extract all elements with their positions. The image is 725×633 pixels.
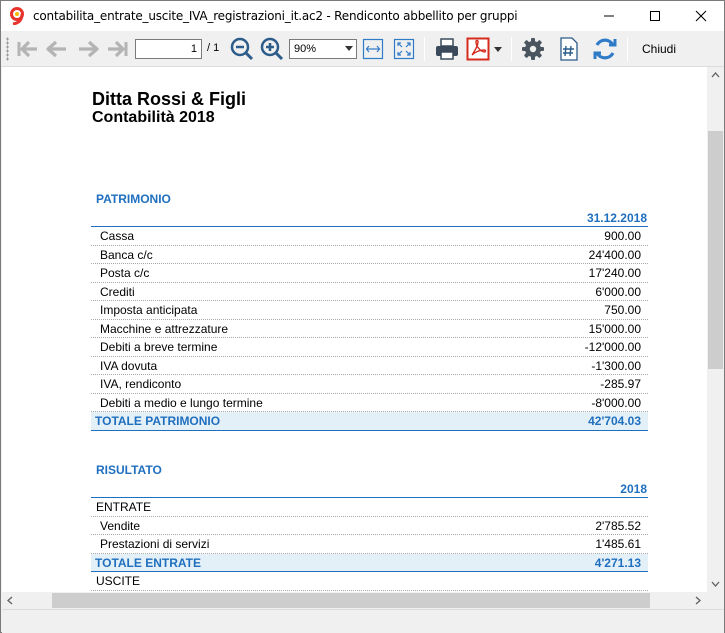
- report-subtitle: Contabilità 2018: [92, 109, 215, 126]
- maximize-icon: [650, 11, 660, 21]
- title-bar: contabilita_entrate_uscite_IVA_registraz…: [1, 1, 724, 31]
- app-window: contabilita_entrate_uscite_IVA_registraz…: [0, 0, 725, 633]
- close-button[interactable]: Chiudi: [642, 42, 676, 56]
- toolbar-separator: [627, 37, 628, 61]
- fit-width-icon: [362, 38, 384, 60]
- hash-document-icon: [560, 37, 578, 61]
- first-page-button[interactable]: [14, 35, 40, 63]
- arrow-right-icon: [79, 40, 99, 58]
- arrow-left-icon: [46, 40, 66, 58]
- previous-page-button[interactable]: [43, 35, 69, 63]
- group-header-entrate: ENTRATE: [91, 498, 648, 517]
- scrollbar-corner: [707, 592, 724, 609]
- group-header-uscite: USCITE: [91, 572, 648, 591]
- toolbar: 1 / 1 90% Chiudi: [1, 31, 724, 67]
- column-header-date: 31.12.2018: [586, 211, 647, 225]
- risultato-table: ENTRATE Vendite 2'785.52 Prestazioni di s…: [91, 497, 648, 591]
- zoom-out-button[interactable]: [229, 35, 255, 63]
- total-row-entrate: TOTALE ENTRATE 4'271.13: [91, 553, 648, 572]
- caret-down-icon: [494, 47, 502, 52]
- table-row: Vendite 2'785.52: [91, 517, 648, 535]
- vertical-scrollbar[interactable]: [707, 67, 724, 592]
- table-row: Debiti a breve termine -12'000.00: [91, 338, 648, 357]
- export-pdf-button[interactable]: [465, 35, 491, 63]
- page-numbers-button[interactable]: [557, 35, 581, 63]
- page-total-label: / 1: [207, 42, 220, 54]
- table-row: Cassa 900.00: [91, 227, 648, 246]
- scroll-left-icon[interactable]: [7, 596, 13, 605]
- zoom-value: 90%: [294, 43, 317, 55]
- refresh-button[interactable]: [591, 35, 619, 63]
- table-row: Banca c/c 24'400.00: [91, 246, 648, 264]
- pdf-icon: [466, 37, 490, 61]
- first-page-icon: [17, 40, 37, 58]
- chevron-down-icon: [345, 46, 353, 51]
- zoom-out-icon: [230, 37, 254, 61]
- printer-icon: [436, 38, 458, 60]
- fit-page-icon: [393, 38, 415, 60]
- toolbar-grip[interactable]: [6, 37, 9, 61]
- scroll-right-icon[interactable]: [695, 596, 701, 605]
- refresh-icon: [593, 38, 617, 60]
- zoom-in-icon: [260, 37, 284, 61]
- table-row: Macchine e attrezzature 15'000.00: [91, 320, 648, 338]
- fit-width-button[interactable]: [361, 35, 385, 63]
- company-name: Ditta Rossi & Figli: [92, 89, 247, 109]
- section-title-risultato: RISULTATO: [96, 463, 162, 477]
- table-row: Imposta anticipata 750.00: [91, 301, 648, 320]
- table-row: IVA dovuta -1'300.00: [91, 357, 648, 375]
- banana-app-icon: [9, 7, 25, 25]
- gear-icon: [522, 38, 544, 60]
- status-bar: [2, 609, 724, 633]
- toolbar-separator: [511, 37, 512, 61]
- minimize-icon: [604, 15, 614, 17]
- scroll-down-icon[interactable]: [711, 581, 720, 587]
- last-page-button[interactable]: [105, 35, 131, 63]
- report-preview[interactable]: Ditta Rossi & Figli Contabilità 2018 PAT…: [2, 67, 707, 592]
- page-number-input[interactable]: 1: [135, 39, 202, 59]
- vertical-scroll-thumb[interactable]: [708, 131, 723, 369]
- section-title-patrimonio: PATRIMONIO: [96, 192, 171, 206]
- table-row: Debiti a medio e lungo termine -8'000.00: [91, 394, 648, 412]
- table-row: IVA, rendiconto -285.97: [91, 375, 648, 394]
- close-icon: [695, 10, 707, 22]
- minimize-button[interactable]: [586, 1, 632, 31]
- next-page-button[interactable]: [76, 35, 102, 63]
- table-row: Posta c/c 17'240.00: [91, 264, 648, 283]
- horizontal-scroll-thumb[interactable]: [52, 593, 650, 608]
- window-title: contabilita_entrate_uscite_IVA_registraz…: [33, 9, 518, 23]
- settings-button[interactable]: [519, 35, 547, 63]
- close-window-button[interactable]: [678, 1, 724, 31]
- last-page-icon: [108, 40, 128, 58]
- toolbar-separator: [424, 37, 425, 61]
- print-button[interactable]: [433, 35, 461, 63]
- patrimonio-table: Cassa 900.00 Banca c/c 24'400.00 Posta c/c…: [91, 226, 648, 431]
- fit-page-button[interactable]: [392, 35, 416, 63]
- total-row-patrimonio: TOTALE PATRIMONIO 42'704.03: [91, 412, 648, 431]
- zoom-select[interactable]: 90%: [289, 39, 357, 59]
- export-dropdown-button[interactable]: [492, 35, 504, 63]
- column-header-year: 2018: [620, 482, 647, 496]
- scroll-up-icon[interactable]: [711, 72, 720, 78]
- zoom-in-button[interactable]: [259, 35, 285, 63]
- table-row: Crediti 6'000.00: [91, 283, 648, 301]
- table-row: Prestazioni di servizi 1'485.61: [91, 535, 648, 554]
- horizontal-scrollbar[interactable]: [2, 592, 707, 609]
- maximize-button[interactable]: [632, 1, 678, 31]
